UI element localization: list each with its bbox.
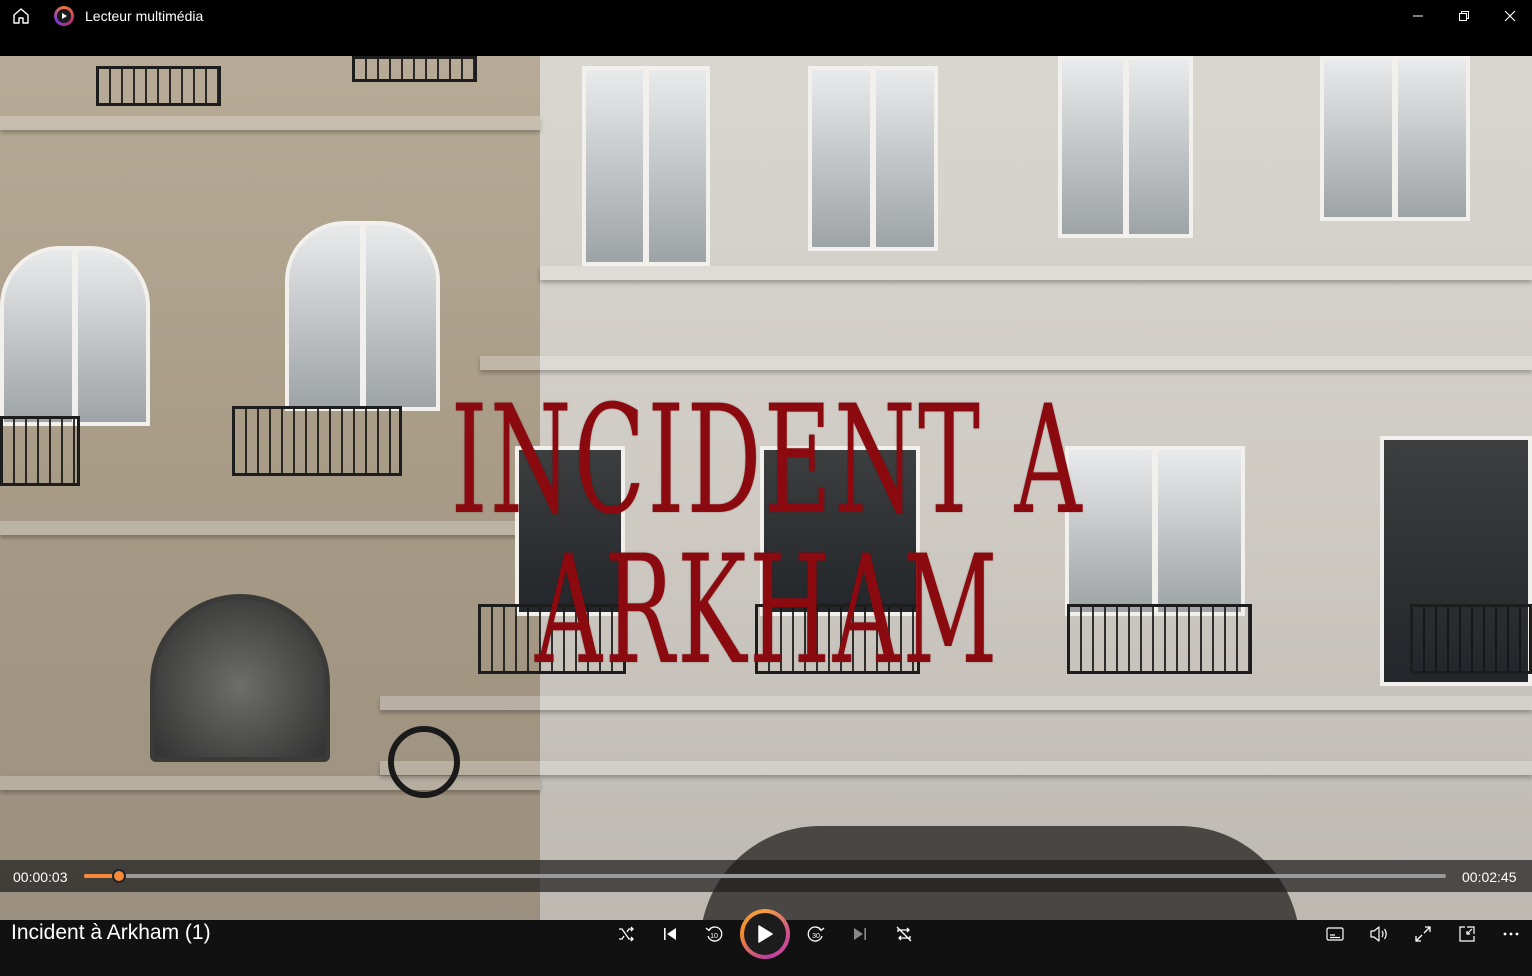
skip-forward-30-icon: 30: [807, 926, 825, 942]
app-title: Lecteur multimédia: [85, 8, 204, 24]
mini-player-button[interactable]: [1447, 920, 1487, 948]
subtitles-icon: [1326, 927, 1344, 941]
volume-button[interactable]: [1359, 920, 1399, 948]
previous-button[interactable]: [650, 920, 690, 948]
shuffle-button[interactable]: [606, 920, 646, 948]
volume-icon: [1370, 926, 1387, 942]
video-title-overlay: INCIDENT A ARKHAM: [450, 374, 1085, 698]
ledge: [380, 696, 1532, 710]
total-time: 00:02:45: [1462, 869, 1517, 885]
app-logo-icon: [54, 6, 74, 26]
skip-back-10-icon: 10: [705, 926, 723, 942]
window: [1058, 56, 1193, 238]
window: [582, 66, 710, 266]
more-options-icon: [1503, 932, 1519, 936]
close-icon: [1504, 10, 1516, 22]
balcony-railing: [352, 56, 477, 82]
home-button[interactable]: [8, 4, 34, 28]
fullscreen-icon: [1415, 926, 1431, 942]
title-bar: Lecteur multimédia: [0, 0, 1532, 32]
now-playing-title: Incident à Arkham (1): [11, 921, 211, 944]
progress-track[interactable]: [84, 869, 1446, 883]
balcony-railing: [1410, 604, 1532, 674]
window: [285, 221, 440, 411]
ledge: [380, 761, 1532, 775]
skip-back-label: 10: [710, 933, 718, 940]
balcony-railing: [0, 416, 80, 486]
restore-button[interactable]: [1441, 0, 1487, 32]
window: [0, 246, 150, 426]
ledge: [0, 776, 540, 790]
seek-bar: 00:00:03 00:02:45: [0, 860, 1532, 892]
repeat-off-icon: [896, 926, 912, 942]
ledge: [480, 356, 1532, 370]
next-icon: [854, 928, 866, 940]
skip-forward-button[interactable]: 30: [796, 920, 836, 948]
close-button[interactable]: [1487, 0, 1532, 32]
video-frame[interactable]: INCIDENT A ARKHAM: [0, 56, 1532, 920]
current-time: 00:00:03: [13, 869, 68, 885]
next-button[interactable]: [840, 920, 880, 948]
home-icon: [13, 8, 29, 24]
subtitles-button[interactable]: [1315, 920, 1355, 948]
cable-coil: [388, 726, 460, 798]
more-options-button[interactable]: [1491, 920, 1531, 948]
ledge: [0, 116, 540, 130]
skip-forward-label: 30: [812, 933, 820, 940]
ledge: [540, 266, 1532, 280]
play-icon: [758, 925, 773, 943]
play-button[interactable]: [740, 909, 790, 959]
minimize-button[interactable]: [1395, 0, 1441, 32]
shuffle-icon: [619, 926, 634, 942]
balcony-railing: [96, 66, 221, 106]
repeat-button[interactable]: [884, 920, 924, 948]
fullscreen-button[interactable]: [1403, 920, 1443, 948]
progress-thumb[interactable]: [112, 869, 127, 883]
window: [1320, 56, 1470, 221]
mini-player-icon: [1459, 926, 1475, 942]
restore-icon: [1459, 11, 1469, 21]
previous-icon: [664, 928, 676, 940]
window: [808, 66, 938, 251]
minimize-icon: [1413, 15, 1423, 17]
skip-back-button[interactable]: 10: [694, 920, 734, 948]
